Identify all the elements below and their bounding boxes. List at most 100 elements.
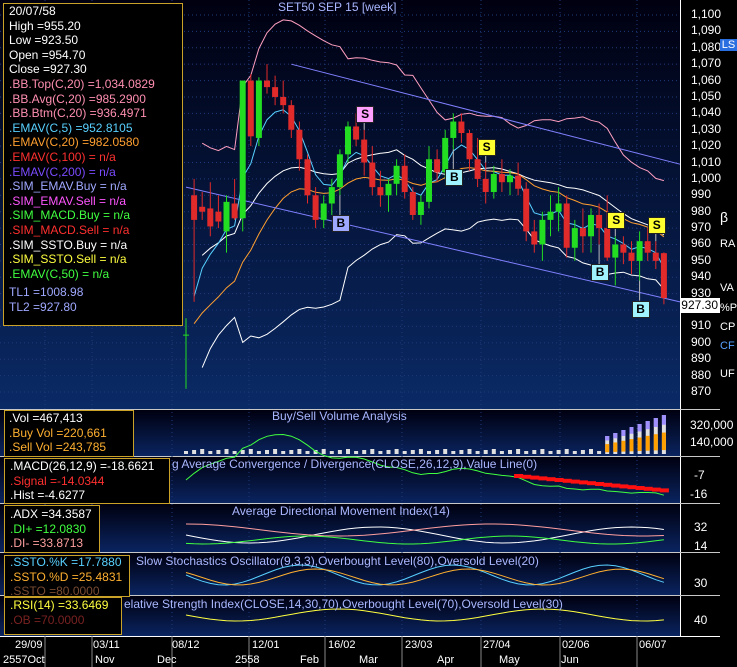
indicator-line: .BB.Top(C,20) =1,034.0829 xyxy=(9,76,155,91)
sell-volume-bar xyxy=(605,436,610,441)
sell-volume-bar xyxy=(629,427,634,434)
volume-bar xyxy=(354,451,359,454)
volume-bar xyxy=(483,450,488,454)
volume-bar xyxy=(540,449,545,454)
macd-signal-bar xyxy=(562,478,572,483)
price-axis-label: 1,080 xyxy=(691,39,722,54)
volume-bar xyxy=(443,449,448,454)
candle-body xyxy=(660,253,667,299)
candle-body xyxy=(450,121,457,138)
candle-body xyxy=(369,162,376,188)
candle-body xyxy=(588,214,594,237)
buy-volume-bar xyxy=(645,435,650,451)
volume-bar xyxy=(273,449,278,454)
volume-bar xyxy=(516,449,521,454)
volume-axis-label: 140,000 xyxy=(690,435,734,449)
buy-vol-value: .Buy Vol =220,661 xyxy=(9,425,107,440)
indicator-line: .EMAV(C,5) =952.8105 xyxy=(9,120,133,135)
candle-body xyxy=(183,334,189,336)
macd-signal-bar xyxy=(587,481,596,486)
volume-bar xyxy=(192,450,197,454)
indicator-line: .SIM_EMAV.Sell = n/a xyxy=(9,193,127,208)
indicator-line: TL2 =927.80 xyxy=(9,299,77,314)
month-label: Apr xyxy=(437,654,455,666)
info-close: Close =927.30 xyxy=(9,62,87,77)
volume-bar xyxy=(256,451,261,454)
info-date: 20/07/58 xyxy=(9,4,56,18)
buy-volume-bar xyxy=(661,432,666,451)
volume-bar xyxy=(556,450,561,454)
candle-body xyxy=(223,201,230,232)
volume-bar xyxy=(564,449,569,454)
candle-body xyxy=(507,175,513,183)
side-button-va[interactable]: VA xyxy=(720,282,737,294)
candle-body xyxy=(539,219,546,245)
side-button-ls[interactable]: LS xyxy=(720,39,737,51)
volume-bar xyxy=(224,449,229,454)
vol-value: .Vol =467,413 xyxy=(9,411,83,425)
volume-bar xyxy=(362,450,367,454)
price-axis-label: 900 xyxy=(691,334,712,349)
side-button-β[interactable]: β xyxy=(720,209,737,225)
indicator-line: .SIM_MACD.Buy = n/a xyxy=(9,208,131,223)
candle-body xyxy=(571,228,578,248)
side-button-pctp[interactable]: %P xyxy=(720,302,737,314)
candle-body xyxy=(555,203,562,212)
macd-signal-bar xyxy=(546,477,556,482)
macd-signal-bar xyxy=(578,480,588,485)
sell-signal-badge: S xyxy=(647,217,666,235)
volume-bar xyxy=(459,450,464,454)
candle-body xyxy=(466,133,473,160)
candle-body xyxy=(385,183,392,196)
macd-signal-bar xyxy=(522,474,532,479)
rsi-value: .RSI(14) =33.6469 xyxy=(10,598,109,612)
month-label: 2557Oct xyxy=(3,654,45,666)
buy-signal-badge: B xyxy=(331,215,350,233)
side-button-ra[interactable]: RA xyxy=(720,238,737,250)
volume-bar xyxy=(208,451,213,454)
indicator-line: .EMAV(C,100) = n/a xyxy=(9,149,116,164)
ssto-title: Slow Stochastics Oscillator(9,3,3),Overb… xyxy=(136,554,539,568)
indicator-line: .BB.Btm(C,20) =936.4971 xyxy=(9,106,147,121)
indicator-line: .EMAV(C,50) = n/a xyxy=(9,266,110,281)
adx-axis-label: 32 xyxy=(694,520,708,534)
sell-signal-badge: S xyxy=(477,138,496,156)
volume-bar xyxy=(524,451,529,454)
candle-body xyxy=(442,137,449,173)
price-axis-label: 960 xyxy=(691,236,712,251)
indicator-line: .EMAV(C,200) = n/a xyxy=(9,164,116,179)
candle-body xyxy=(345,126,351,155)
price-axis-label: 910 xyxy=(691,318,712,333)
date-label: 12/01 xyxy=(252,639,280,651)
buy-signal-badge: B xyxy=(445,169,464,187)
candle-body xyxy=(409,192,416,215)
candle-body xyxy=(191,195,198,220)
indicator-list: .BB.Top(C,20) =1,034.0829 .BB.Avg(C,20) =… xyxy=(9,76,155,314)
macd-value: .MACD(26,12,9) =-18.6621 xyxy=(10,459,155,473)
side-button-cf[interactable]: CF xyxy=(720,340,737,352)
candle-body xyxy=(636,241,643,261)
volume-axis-label: 320,000 xyxy=(690,418,734,432)
volume-bar xyxy=(467,449,472,454)
volume-bar xyxy=(305,451,310,454)
volume-bar xyxy=(580,450,585,454)
candle-body xyxy=(498,173,505,183)
price-axis-label: 1,000 xyxy=(691,170,722,185)
side-button-uf[interactable]: UF xyxy=(720,368,737,380)
candle-body xyxy=(434,159,441,173)
volume-bar xyxy=(370,449,375,454)
volume-bar xyxy=(329,451,334,454)
buy-volume-bar xyxy=(629,439,634,452)
month-label: Mar xyxy=(359,654,378,666)
volume-bar xyxy=(248,449,253,454)
side-button-cp[interactable]: CP xyxy=(720,321,737,333)
indicator-line: .SIM_EMAV.Buy = n/a xyxy=(9,179,127,194)
date-label: 23/03 xyxy=(405,639,433,651)
candle-body xyxy=(628,252,635,261)
volume-bar xyxy=(281,451,286,454)
sell-signal-badge: S xyxy=(607,212,626,230)
macd-signal-bar xyxy=(643,486,653,491)
volume-bar xyxy=(200,449,205,454)
candle-body xyxy=(288,105,295,130)
adx-title: Average Directional Movement Index(14) xyxy=(232,504,450,518)
